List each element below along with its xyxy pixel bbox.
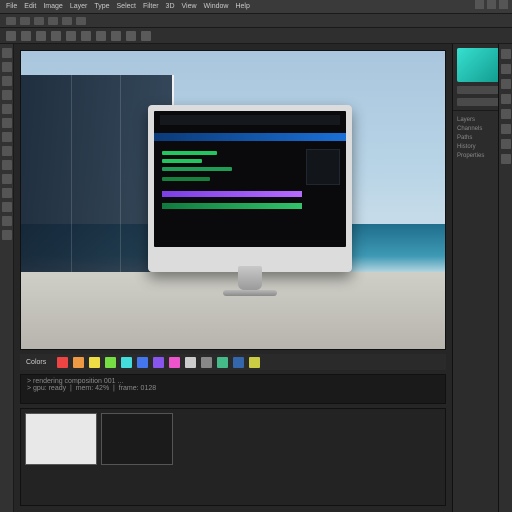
lasso-tool-icon[interactable]: [2, 76, 12, 86]
color-swatch[interactable]: [185, 357, 196, 368]
tool-icon[interactable]: [66, 31, 76, 41]
option-chip[interactable]: [76, 17, 86, 25]
monitor-stand: [238, 266, 262, 290]
color-swatch[interactable]: [249, 357, 260, 368]
tool-icon[interactable]: [21, 31, 31, 41]
menu-3d[interactable]: 3D: [166, 3, 175, 10]
color-swatch[interactable]: [137, 357, 148, 368]
screen-side-panel: [306, 149, 340, 185]
move-tool-icon[interactable]: [2, 48, 12, 58]
panel-icon[interactable]: [501, 109, 511, 119]
console-line: > rendering composition 001 ...: [27, 378, 123, 385]
panel-icon[interactable]: [501, 124, 511, 134]
screen-code-line: [162, 177, 210, 181]
tool-palette: [0, 44, 14, 512]
tool-icon[interactable]: [141, 31, 151, 41]
menu-select[interactable]: Select: [117, 3, 136, 10]
window-controls: [475, 0, 508, 9]
screen-waveform-purple: [162, 191, 302, 197]
shape-tool-icon[interactable]: [2, 202, 12, 212]
screen-waveform-green: [162, 203, 302, 209]
console-line: > gpu: ready | mem: 42% | frame: 0128: [27, 385, 156, 392]
menu-help[interactable]: Help: [235, 3, 249, 10]
color-swatch[interactable]: [73, 357, 84, 368]
crop-tool-icon[interactable]: [2, 90, 12, 100]
color-swatch[interactable]: [169, 357, 180, 368]
option-chip[interactable]: [20, 17, 30, 25]
menu-type[interactable]: Type: [94, 3, 109, 10]
tool-icon[interactable]: [81, 31, 91, 41]
pen-tool-icon[interactable]: [2, 188, 12, 198]
marquee-tool-icon[interactable]: [2, 62, 12, 72]
menu-image[interactable]: Image: [43, 3, 62, 10]
scene-ground: [21, 272, 445, 349]
option-chip[interactable]: [48, 17, 58, 25]
console-panel[interactable]: > rendering composition 001 ... > gpu: r…: [20, 374, 446, 404]
tool-icon[interactable]: [96, 31, 106, 41]
screen-code-line: [162, 151, 217, 155]
color-swatch[interactable]: [89, 357, 100, 368]
tool-icon[interactable]: [126, 31, 136, 41]
tool-icon[interactable]: [111, 31, 121, 41]
canvas-viewport[interactable]: [20, 50, 446, 350]
clone-tool-icon[interactable]: [2, 132, 12, 142]
swatch-bar: Colors: [20, 354, 446, 370]
option-chip[interactable]: [62, 17, 72, 25]
screen-code-line: [162, 159, 202, 163]
color-swatch[interactable]: [57, 357, 68, 368]
panel-icon[interactable]: [501, 64, 511, 74]
options-bar: [0, 14, 512, 28]
menu-view[interactable]: View: [182, 3, 197, 10]
panel-icon[interactable]: [501, 49, 511, 59]
menu-edit[interactable]: Edit: [24, 3, 36, 10]
panel-icon[interactable]: [501, 94, 511, 104]
color-swatch[interactable]: [105, 357, 116, 368]
screen-code-line: [162, 167, 232, 171]
hand-tool-icon[interactable]: [2, 216, 12, 226]
color-swatch[interactable]: [217, 357, 228, 368]
panel-icon[interactable]: [501, 79, 511, 89]
scene-monitor: [148, 105, 352, 272]
right-tool-strip: [498, 44, 512, 512]
color-swatch[interactable]: [201, 357, 212, 368]
panel-icon[interactable]: [501, 139, 511, 149]
color-swatch[interactable]: [153, 357, 164, 368]
monitor-screen: [154, 111, 346, 247]
menu-file[interactable]: File: [6, 3, 17, 10]
minimize-button[interactable]: [475, 0, 484, 9]
bottom-panel: [20, 408, 446, 506]
screen-header-strip: [154, 133, 346, 141]
menu-filter[interactable]: Filter: [143, 3, 159, 10]
eyedropper-tool-icon[interactable]: [2, 104, 12, 114]
icon-toolbar: [0, 28, 512, 44]
maximize-button[interactable]: [487, 0, 496, 9]
brush-tool-icon[interactable]: [2, 118, 12, 128]
tool-icon[interactable]: [6, 31, 16, 41]
thumbnail-dark[interactable]: [101, 413, 173, 465]
menu-layer[interactable]: Layer: [70, 3, 88, 10]
zoom-tool-icon[interactable]: [2, 230, 12, 240]
swatch-label: Colors: [26, 359, 46, 366]
option-chip[interactable]: [6, 17, 16, 25]
color-swatch[interactable]: [233, 357, 244, 368]
panel-icon[interactable]: [501, 154, 511, 164]
gradient-tool-icon[interactable]: [2, 160, 12, 170]
menu-window[interactable]: Window: [204, 3, 229, 10]
monitor-bezel: [148, 105, 352, 272]
tool-icon[interactable]: [36, 31, 46, 41]
menu-bar: File Edit Image Layer Type Select Filter…: [0, 0, 512, 14]
option-chip[interactable]: [34, 17, 44, 25]
screen-titlebar: [160, 115, 340, 125]
thumbnail-light[interactable]: [25, 413, 97, 465]
text-tool-icon[interactable]: [2, 174, 12, 184]
color-swatch[interactable]: [121, 357, 132, 368]
tool-icon[interactable]: [51, 31, 61, 41]
eraser-tool-icon[interactable]: [2, 146, 12, 156]
close-button[interactable]: [499, 0, 508, 9]
